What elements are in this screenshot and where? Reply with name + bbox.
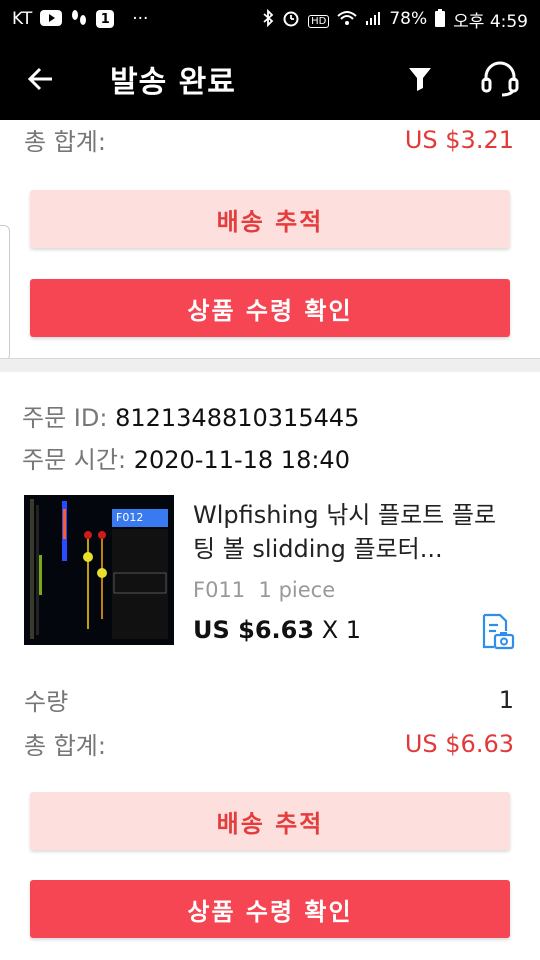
headset-icon <box>481 61 519 97</box>
bluetooth-icon <box>262 8 274 30</box>
signal-icon <box>365 10 381 29</box>
order-id-label: 주문 ID: <box>22 404 108 432</box>
customer-service-button[interactable] <box>460 38 540 120</box>
hd-voice-icon: HD <box>308 12 330 28</box>
back-arrow-icon <box>27 67 52 91</box>
confirm-receipt-button[interactable]: 상품 수령 확인 <box>30 279 510 337</box>
footprint-icon <box>70 9 88 30</box>
total-label: 총 합계: <box>24 732 106 760</box>
filter-button[interactable] <box>380 38 460 120</box>
prev-total-row: 총 합계: US $3.21 <box>24 122 514 157</box>
page-title: 발송 완료 <box>110 65 236 100</box>
total-value: US $6.63 <box>404 729 514 758</box>
product-code-overlay: F012 <box>116 511 144 524</box>
total-value: US $3.21 <box>404 125 514 154</box>
status-bar: KT 1 ··· HD 78% 오후 4:59 <box>0 0 540 38</box>
product-quantity: X 1 <box>321 616 362 644</box>
edge-panel-handle[interactable] <box>0 225 10 361</box>
track-shipment-button[interactable]: 배송 추적 <box>30 792 510 850</box>
total-row: 총 합계: US $6.63 <box>24 726 514 761</box>
confirm-receipt-button[interactable]: 상품 수령 확인 <box>30 880 510 938</box>
product-title[interactable]: Wlpfishing 낚시 플로트 플로팅 볼 slidding 플로터... <box>193 498 513 566</box>
product-price-line: US $6.63 X 1 <box>193 616 361 644</box>
app-bar: 발송 완료 <box>0 38 540 120</box>
wifi-icon <box>337 10 358 29</box>
filter-icon <box>409 68 431 91</box>
order-id-line: 주문 ID: 8121348810315445 <box>22 398 359 433</box>
product-sku-qty: 1 piece <box>258 578 336 602</box>
notification-badge: 1 <box>96 10 115 28</box>
document-camera-icon <box>482 613 515 650</box>
product-sku: F011 1 piece <box>193 578 335 602</box>
total-label: 총 합계: <box>24 128 106 156</box>
track-shipment-button[interactable]: 배송 추적 <box>30 190 510 248</box>
product-price: US $6.63 <box>193 616 315 644</box>
product-thumbnail[interactable]: F012 <box>24 495 174 645</box>
order-time-line: 주문 시간: 2020-11-18 18:40 <box>22 440 350 475</box>
product-sku-code: F011 <box>193 578 246 602</box>
product-image <box>24 495 174 645</box>
order-time-value: 2020-11-18 18:40 <box>133 446 350 474</box>
youtube-icon <box>40 9 63 29</box>
quantity-label: 수량 <box>24 688 69 716</box>
alarm-icon <box>282 9 300 30</box>
clock: 오후 4:59 <box>453 11 528 32</box>
order-list[interactable]: 총 합계: US $3.21 배송 추적 상품 수령 확인 주문 ID: 812… <box>0 120 540 960</box>
battery-icon <box>435 8 446 30</box>
battery-percent: 78% <box>389 9 428 29</box>
order-divider <box>0 358 540 372</box>
more-notifications-icon: ··· <box>132 9 149 29</box>
quantity-row: 수량 1 <box>24 682 514 717</box>
back-button[interactable] <box>0 38 80 120</box>
photo-review-button[interactable] <box>478 613 516 651</box>
carrier-label: KT <box>12 9 33 29</box>
quantity-value: 1 <box>498 685 514 714</box>
order-id-value: 8121348810315445 <box>115 404 360 432</box>
order-time-label: 주문 시간: <box>22 446 127 474</box>
